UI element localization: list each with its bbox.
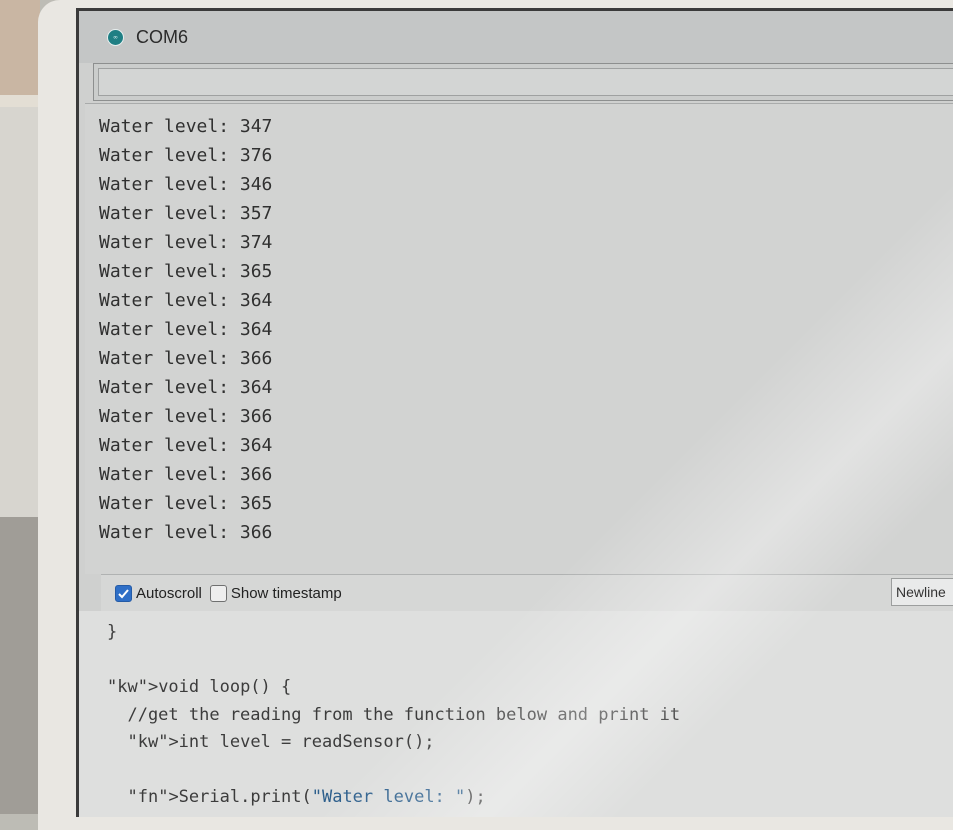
- background-shelf: [0, 95, 42, 107]
- code-line: "kw">void loop() {: [107, 677, 292, 697]
- output-line: Water level: 364: [99, 319, 273, 340]
- background-wall: [0, 0, 40, 105]
- autoscroll-checkbox[interactable]: [115, 584, 132, 602]
- output-line: Water level: 347: [99, 116, 273, 137]
- code-line: "kw">int level = readSensor();: [127, 732, 435, 752]
- code-editor[interactable]: } "kw">void loop() { //get the reading f…: [79, 611, 953, 817]
- window-title: COM6: [136, 26, 189, 47]
- code-line: }: [107, 622, 118, 642]
- output-line: Water level: 366: [99, 348, 273, 369]
- output-line: Water level: 366: [99, 522, 273, 543]
- output-line: Water level: 365: [99, 493, 273, 514]
- code-line: //get the reading from the function belo…: [107, 704, 681, 725]
- show-timestamp-label: Show timestamp: [230, 584, 342, 602]
- send-input[interactable]: [98, 68, 953, 96]
- autoscroll-label: Autoscroll: [136, 584, 202, 602]
- arduino-icon: ∞: [107, 28, 124, 46]
- output-line: Water level: 357: [99, 203, 273, 224]
- output-line: Water level: 366: [99, 464, 273, 485]
- output-line: Water level: 364: [99, 435, 273, 456]
- monitor-options-bar: Autoscroll Show timestamp Newline: [101, 574, 953, 611]
- output-line: Water level: 364: [99, 290, 273, 311]
- checkmark-icon: [118, 588, 129, 598]
- output-lines: Water level: 347 Water level: 376 Water …: [99, 112, 272, 547]
- output-line: Water level: 376: [99, 145, 273, 166]
- output-line: Water level: 365: [99, 261, 273, 282]
- output-line: Water level: 346: [99, 174, 273, 195]
- title-bar[interactable]: ∞ COM6: [79, 11, 953, 63]
- show-timestamp-checkbox[interactable]: [209, 584, 227, 602]
- serial-monitor-window: ∞ COM6 Water level: 347 Water level: 376…: [76, 8, 953, 817]
- serial-output[interactable]: Water level: 347 Water level: 376 Water …: [85, 103, 953, 574]
- code-line: "fn">Serial.print("Water level: ");: [127, 787, 486, 807]
- output-line: Water level: 366: [99, 406, 273, 427]
- output-line: Water level: 374: [99, 232, 273, 253]
- code-lines: } "kw">void loop() { //get the reading f…: [107, 619, 680, 812]
- send-row: [93, 63, 953, 101]
- output-line: Water level: 364: [99, 377, 273, 398]
- line-ending-select[interactable]: Newline: [891, 578, 953, 606]
